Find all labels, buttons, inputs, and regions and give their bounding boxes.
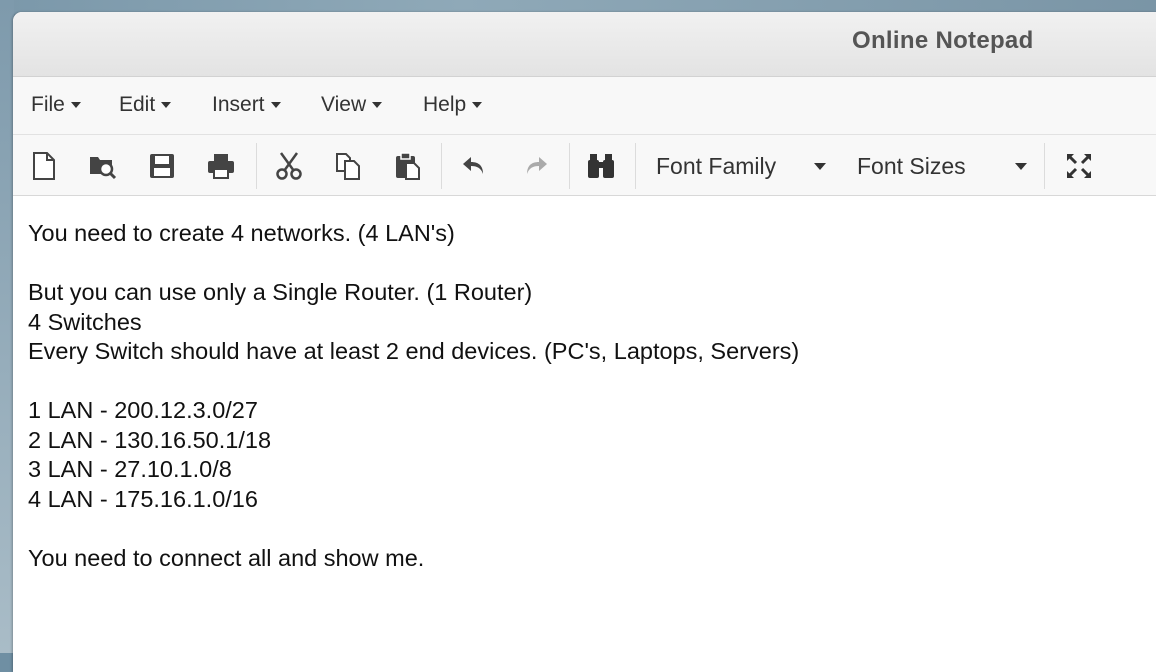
- font-family-select[interactable]: Font Family: [656, 149, 826, 183]
- cut-button[interactable]: [272, 149, 306, 183]
- font-sizes-label: Font Sizes: [857, 152, 966, 179]
- redo-button[interactable]: [519, 149, 553, 183]
- cut-icon: [276, 152, 302, 180]
- chevron-down-icon: [1015, 162, 1027, 170]
- toolbar-divider: [1044, 143, 1045, 189]
- find-button[interactable]: [584, 149, 618, 183]
- chevron-down-icon: [161, 102, 172, 108]
- menu-help-label: Help: [423, 93, 467, 116]
- menu-bar: File Edit Insert View Help: [13, 77, 1156, 135]
- menu-help[interactable]: Help: [423, 93, 483, 117]
- open-button[interactable]: [86, 149, 120, 183]
- desktop-edge: [0, 0, 14, 653]
- font-size-select[interactable]: Font Sizes: [857, 149, 1027, 183]
- menu-insert[interactable]: Insert: [212, 93, 281, 117]
- editor-line: 2 LAN - 130.16.50.1/18: [28, 427, 272, 453]
- chevron-down-icon: [70, 102, 81, 108]
- save-button[interactable]: [145, 149, 179, 183]
- new-file-icon: [33, 152, 55, 180]
- copy-button[interactable]: [331, 149, 365, 183]
- menu-view[interactable]: View: [321, 93, 383, 117]
- chevron-down-icon: [270, 102, 281, 108]
- menu-insert-label: Insert: [212, 93, 265, 116]
- menu-edit-label: Edit: [119, 93, 156, 116]
- paste-button[interactable]: [391, 149, 425, 183]
- print-button[interactable]: [204, 149, 238, 183]
- save-icon: [150, 154, 174, 178]
- text-editor[interactable]: You need to create 4 networks. (4 LAN's)…: [13, 196, 1156, 672]
- editor-line: But you can use only a Single Router. (1…: [28, 279, 533, 305]
- window-title: Online Notepad: [852, 27, 1034, 54]
- notepad-window: Online Notepad File Edit Insert View Hel…: [13, 12, 1156, 672]
- fullscreen-button[interactable]: [1062, 149, 1096, 183]
- font-family-label: Font Family: [656, 152, 777, 179]
- copy-icon: [336, 153, 360, 180]
- editor-line: Every Switch should have at least 2 end …: [28, 338, 800, 364]
- menu-file[interactable]: File: [31, 93, 81, 117]
- undo-button[interactable]: [457, 149, 491, 183]
- menu-edit[interactable]: Edit: [119, 93, 172, 117]
- toolbar-divider: [635, 143, 636, 189]
- editor-line: You need to connect all and show me.: [28, 545, 425, 571]
- print-icon: [208, 154, 234, 179]
- chevron-down-icon: [472, 102, 483, 108]
- title-bar[interactable]: Online Notepad: [13, 12, 1156, 77]
- toolbar: Font Family Font Sizes: [13, 135, 1156, 196]
- undo-icon: [463, 157, 483, 174]
- menu-view-label: View: [321, 93, 367, 116]
- editor-line: You need to create 4 networks. (4 LAN's): [28, 220, 455, 246]
- paste-icon: [396, 152, 420, 180]
- editor-line: 1 LAN - 200.12.3.0/27: [28, 397, 258, 423]
- editor-line: 4 Switches: [28, 309, 142, 335]
- chevron-down-icon: [372, 102, 383, 108]
- redo-icon: [527, 157, 547, 174]
- find-icon: [588, 154, 614, 178]
- toolbar-divider: [569, 143, 570, 189]
- menu-file-label: File: [31, 93, 65, 116]
- editor-line: 4 LAN - 175.16.1.0/16: [28, 486, 258, 512]
- editor-line: 3 LAN - 27.10.1.0/8: [28, 456, 232, 482]
- open-file-icon: [90, 157, 117, 180]
- fullscreen-icon: [1067, 154, 1091, 178]
- toolbar-divider: [441, 143, 442, 189]
- chevron-down-icon: [814, 162, 826, 170]
- toolbar-divider: [256, 143, 257, 189]
- new-button[interactable]: [27, 149, 61, 183]
